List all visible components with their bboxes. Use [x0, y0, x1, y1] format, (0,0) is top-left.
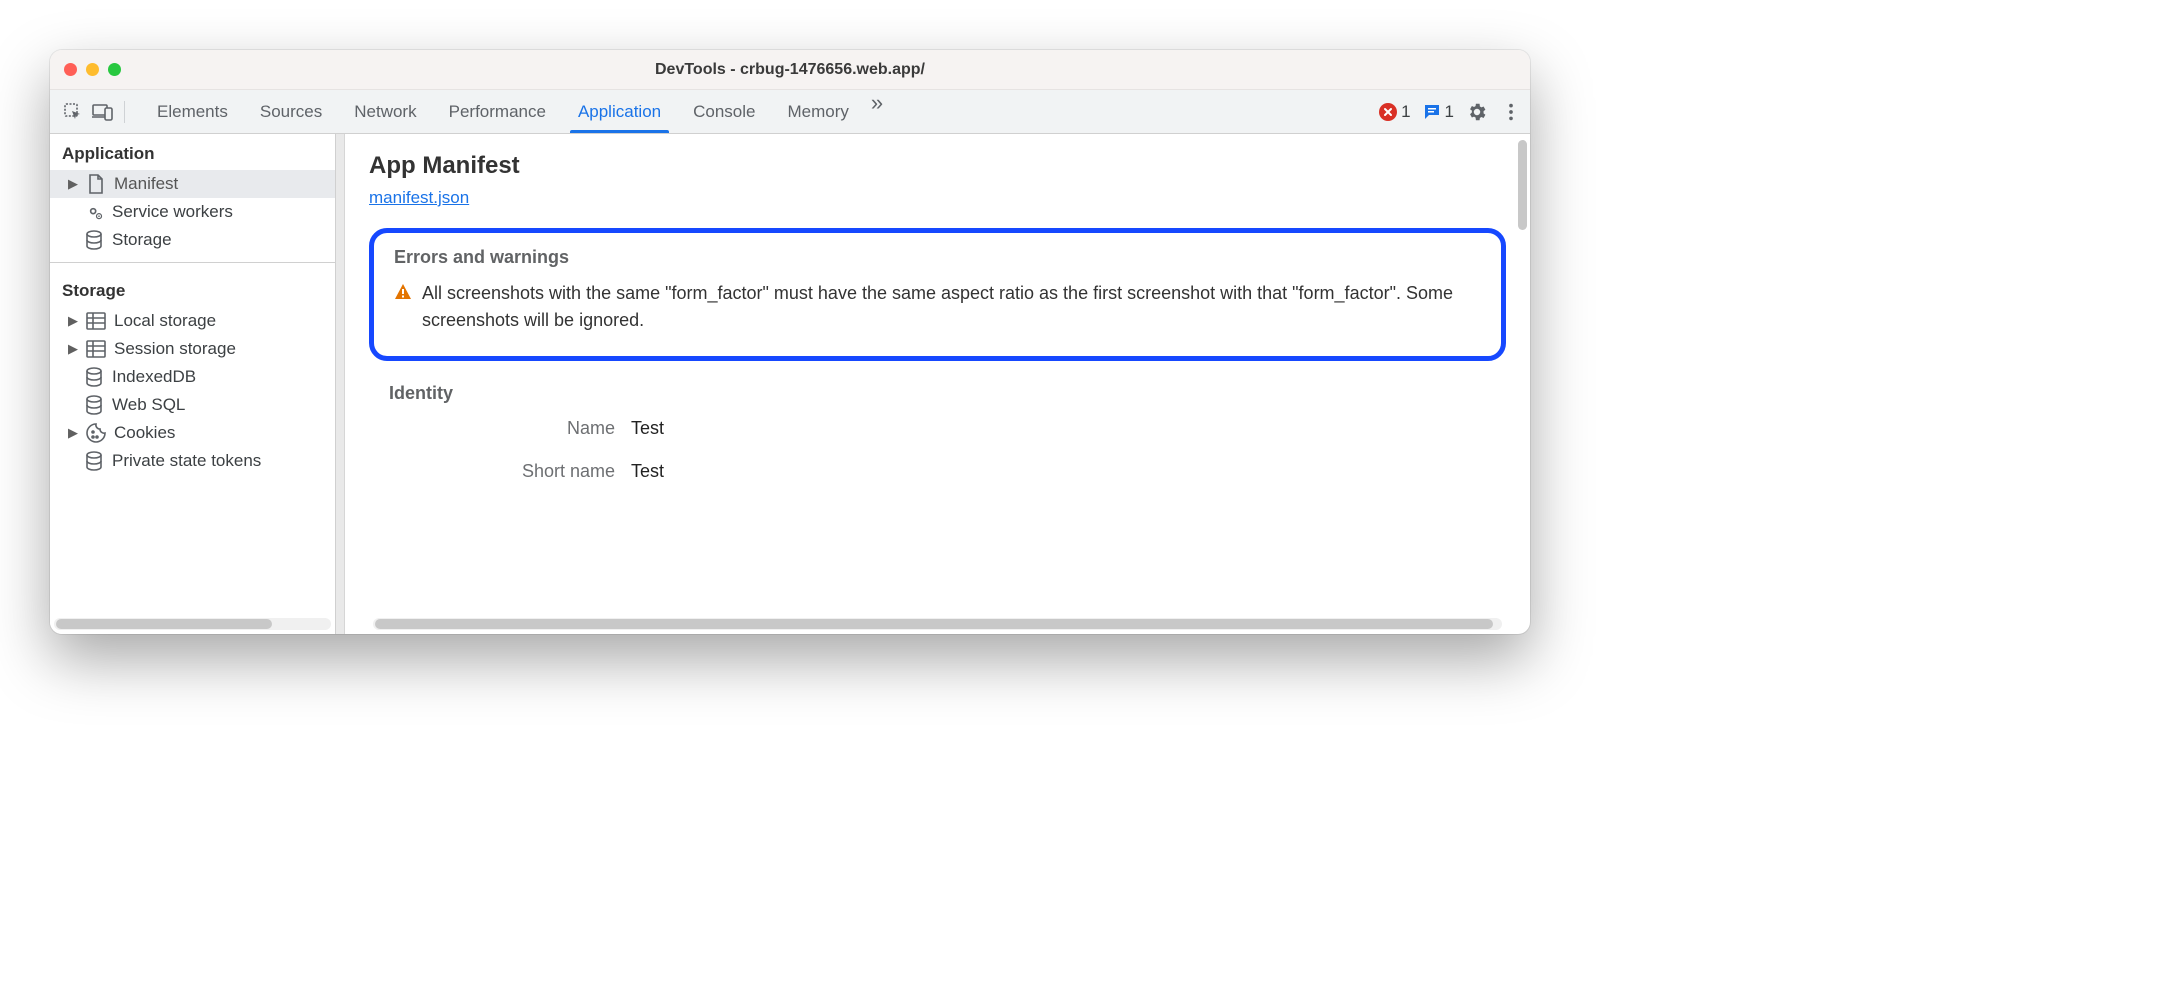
- close-window-button[interactable]: [64, 63, 77, 76]
- page-title: App Manifest: [369, 152, 1506, 180]
- identity-value: Test: [631, 418, 664, 439]
- sidebar-item-session-storage[interactable]: ▶ Session storage: [50, 335, 335, 363]
- issues-count: 1: [1445, 102, 1454, 122]
- content-area: Application ▶ Manifest Service workers: [50, 134, 1530, 634]
- tab-elements[interactable]: Elements: [141, 90, 244, 133]
- more-options-button[interactable]: [1500, 101, 1522, 123]
- application-sidebar: Application ▶ Manifest Service workers: [50, 134, 336, 634]
- device-toolbar-icon[interactable]: [88, 97, 118, 127]
- sidebar-item-local-storage[interactable]: ▶ Local storage: [50, 307, 335, 335]
- section-header-storage: Storage: [50, 271, 335, 307]
- sidebar-item-label: Cookies: [114, 423, 175, 443]
- sidebar-item-label: Local storage: [114, 311, 216, 331]
- settings-button[interactable]: [1466, 101, 1488, 123]
- devtools-window: DevTools - crbug-1476656.web.app/ Elemen…: [50, 50, 1530, 634]
- identity-key: Name: [369, 418, 615, 439]
- traffic-lights: [64, 63, 121, 76]
- toolbar-right: 1 1: [1379, 101, 1522, 123]
- sidebar-divider: [50, 262, 335, 263]
- tab-application[interactable]: Application: [562, 90, 677, 133]
- sidebar-item-storage[interactable]: Storage: [50, 226, 335, 254]
- database-icon: [84, 230, 104, 250]
- identity-row-name: Name Test: [369, 418, 1506, 439]
- window-title: DevTools - crbug-1476656.web.app/: [50, 61, 1530, 79]
- errors-warnings-section: Errors and warnings All screenshots with…: [369, 228, 1506, 361]
- file-icon: [86, 174, 106, 194]
- manifest-link[interactable]: manifest.json: [369, 188, 1506, 208]
- errors-section-title: Errors and warnings: [394, 247, 1481, 268]
- cookie-icon: [86, 423, 106, 443]
- sidebar-item-manifest[interactable]: ▶ Manifest: [50, 170, 335, 198]
- section-header-application: Application: [50, 134, 335, 170]
- more-tabs-button[interactable]: »: [865, 90, 889, 133]
- error-icon: [1379, 103, 1397, 121]
- sidebar-item-indexeddb[interactable]: IndexedDB: [50, 363, 335, 391]
- sidebar-item-label: Private state tokens: [112, 451, 261, 471]
- toolbar-separator: [124, 101, 125, 123]
- issues-badge[interactable]: 1: [1423, 102, 1454, 122]
- warning-row: All screenshots with the same "form_fact…: [394, 280, 1481, 334]
- zoom-window-button[interactable]: [108, 63, 121, 76]
- sidebar-item-websql[interactable]: Web SQL: [50, 391, 335, 419]
- chevron-right-icon: ▶: [68, 176, 78, 192]
- sidebar-item-label: Session storage: [114, 339, 236, 359]
- errors-badge[interactable]: 1: [1379, 102, 1410, 122]
- identity-section-title: Identity: [389, 383, 1506, 404]
- tab-console[interactable]: Console: [677, 90, 771, 133]
- table-icon: [86, 311, 106, 331]
- tab-sources[interactable]: Sources: [244, 90, 338, 133]
- sidebar-item-cookies[interactable]: ▶ Cookies: [50, 419, 335, 447]
- database-icon: [84, 367, 104, 387]
- main-horizontal-scrollbar[interactable]: [373, 618, 1502, 630]
- identity-key: Short name: [369, 461, 615, 482]
- sidebar-item-label: Storage: [112, 230, 172, 250]
- sidebar-horizontal-scrollbar[interactable]: [54, 618, 331, 630]
- identity-value: Test: [631, 461, 664, 482]
- tab-network[interactable]: Network: [338, 90, 432, 133]
- main-vertical-scrollbar[interactable]: [1518, 140, 1527, 230]
- warning-icon: [394, 283, 412, 301]
- sidebar-item-label: Web SQL: [112, 395, 185, 415]
- sidebar-item-private-state-tokens[interactable]: Private state tokens: [50, 447, 335, 475]
- database-icon: [84, 451, 104, 471]
- inspect-element-icon[interactable]: [58, 97, 88, 127]
- window-titlebar: DevTools - crbug-1476656.web.app/: [50, 50, 1530, 90]
- errors-count: 1: [1401, 102, 1410, 122]
- identity-row-short-name: Short name Test: [369, 461, 1506, 482]
- manifest-panel: App Manifest manifest.json Errors and wa…: [345, 134, 1530, 634]
- devtools-toolbar: Elements Sources Network Performance App…: [50, 90, 1530, 134]
- warning-text: All screenshots with the same "form_fact…: [422, 280, 1481, 334]
- sidebar-item-label: IndexedDB: [112, 367, 196, 387]
- issues-icon: [1423, 103, 1441, 121]
- table-icon: [86, 339, 106, 359]
- sidebar-item-label: Manifest: [114, 174, 178, 194]
- tab-performance[interactable]: Performance: [433, 90, 562, 133]
- tab-memory[interactable]: Memory: [771, 90, 864, 133]
- database-icon: [84, 395, 104, 415]
- chevron-right-icon: ▶: [68, 313, 78, 329]
- sidebar-item-service-workers[interactable]: Service workers: [50, 198, 335, 226]
- chevron-right-icon: ▶: [68, 425, 78, 441]
- panel-tabs: Elements Sources Network Performance App…: [141, 90, 889, 133]
- gears-icon: [84, 202, 104, 222]
- sidebar-item-label: Service workers: [112, 202, 233, 222]
- minimize-window-button[interactable]: [86, 63, 99, 76]
- sidebar-splitter[interactable]: [336, 134, 345, 634]
- chevron-right-icon: ▶: [68, 341, 78, 357]
